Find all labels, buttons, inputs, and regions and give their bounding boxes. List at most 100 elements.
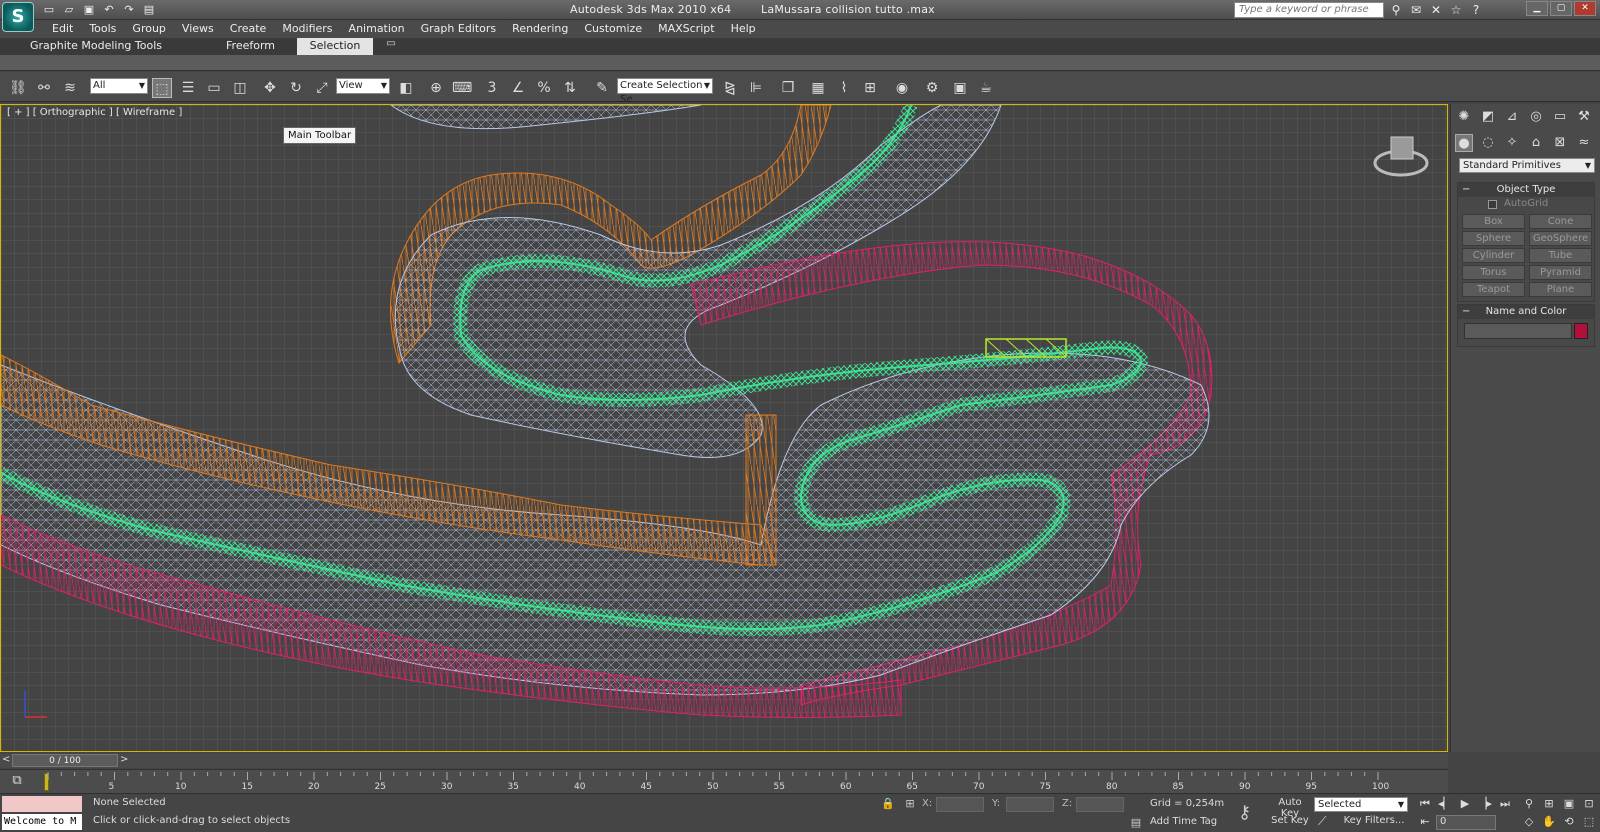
previous-frame-icon[interactable]: ◂▏ <box>1436 797 1454 812</box>
percent-snap-icon[interactable]: % <box>534 78 554 98</box>
menu-modifiers[interactable]: Modifiers <box>274 20 340 38</box>
autogrid-checkbox[interactable] <box>1488 200 1497 209</box>
communication-center-icon[interactable]: ✉ <box>1408 2 1424 18</box>
graphite-toggle-icon[interactable]: ▦ <box>808 78 828 98</box>
pivot-center-icon[interactable]: ◧ <box>396 78 416 98</box>
x-coordinate-field[interactable] <box>936 797 984 812</box>
current-frame-field[interactable]: 0 <box>1436 815 1496 830</box>
mini-curve-editor-icon[interactable]: ⧉ <box>8 773 26 789</box>
mirror-icon[interactable]: ⧎ <box>720 78 740 98</box>
menu-tools[interactable]: Tools <box>81 20 124 38</box>
key-icon[interactable]: ⚷ <box>1238 802 1251 823</box>
key-filters-button[interactable]: Key Filters... <box>1338 815 1410 830</box>
time-slider[interactable]: < 0 / 100 > <box>0 754 1448 768</box>
redo-icon[interactable]: ↷ <box>120 2 138 18</box>
menu-create[interactable]: Create <box>222 20 275 38</box>
helpers-icon[interactable]: ⊠ <box>1551 134 1569 152</box>
menu-rendering[interactable]: Rendering <box>504 20 576 38</box>
angle-snap-icon[interactable]: ∠ <box>508 78 528 98</box>
edit-named-selection-icon[interactable]: ✎ <box>592 78 612 98</box>
tab-selection[interactable]: Selection <box>297 38 374 55</box>
name-and-color-header[interactable]: − Name and Color <box>1458 305 1594 319</box>
play-icon[interactable]: ▶ <box>1456 797 1474 812</box>
time-slider-thumb[interactable]: 0 / 100 <box>12 754 118 767</box>
help-search-input[interactable]: Type a keyword or phrase <box>1234 2 1384 18</box>
geometry-icon[interactable]: ● <box>1455 134 1473 152</box>
binoculars-icon[interactable]: ⚲ <box>1388 2 1404 18</box>
zoom-icon[interactable]: ⚲ <box>1520 797 1538 813</box>
select-and-link-icon[interactable]: ⛓ <box>8 78 28 98</box>
display-panel-icon[interactable]: ▭ <box>1551 108 1569 126</box>
plane-button[interactable]: Plane <box>1529 282 1592 297</box>
named-selection-dropdown[interactable]: Create Selection Se ▼ <box>617 78 713 105</box>
menu-group[interactable]: Group <box>124 20 174 38</box>
open-file-icon[interactable]: ▱ <box>60 2 78 18</box>
modify-panel-icon[interactable]: ◩ <box>1479 108 1497 126</box>
teapot-button[interactable]: Teapot <box>1462 282 1525 297</box>
field-of-view-icon[interactable]: ◇ <box>1520 815 1538 831</box>
time-slider-next-icon[interactable]: > <box>120 754 128 765</box>
motion-panel-icon[interactable]: ◎ <box>1527 108 1545 126</box>
ribbon-minimize-icon[interactable]: ▭ <box>383 38 399 55</box>
add-time-tag-button[interactable]: Add Time Tag <box>1150 816 1217 827</box>
minimize-icon[interactable]: ▁ <box>1526 1 1548 16</box>
rendered-frame-window-icon[interactable]: ▣ <box>950 78 970 98</box>
key-mode-dropdown[interactable]: Selected ▼ <box>1314 797 1408 812</box>
y-coordinate-field[interactable] <box>1006 797 1054 812</box>
schematic-view-icon[interactable]: ⊞ <box>860 78 880 98</box>
viewport-label[interactable]: [ + ] [ Orthographic ] [ Wireframe ] <box>7 107 182 118</box>
new-file-icon[interactable]: ▭ <box>40 2 58 18</box>
set-key-tangent-icon[interactable]: ⟋ <box>1318 814 1326 829</box>
key-mode-toggle-icon[interactable]: ⇤ <box>1416 815 1434 830</box>
select-and-rotate-icon[interactable]: ↻ <box>286 78 306 98</box>
zoom-extents-all-icon[interactable]: ⊡ <box>1580 797 1598 813</box>
menu-maxscript[interactable]: MAXScript <box>650 20 722 38</box>
snap-toggle-icon[interactable]: 3 <box>482 78 502 98</box>
menu-help[interactable]: Help <box>723 20 764 38</box>
tube-button[interactable]: Tube <box>1529 248 1592 263</box>
tab-graphite-modeling-tools[interactable]: Graphite Modeling Tools <box>18 38 174 55</box>
maxscript-listener-input[interactable]: Welcome to M <box>2 814 82 830</box>
tab-freeform[interactable]: Freeform <box>214 38 287 55</box>
track-bar[interactable]: ⧉ 5 10 15 20 25 30 35 40 45 50 55 60 65 70 75 80 85 90 95 1… <box>0 769 1448 793</box>
close-icon[interactable]: ✕ <box>1574 1 1596 16</box>
lights-icon[interactable]: ✧ <box>1503 134 1521 152</box>
unlink-icon[interactable]: ⚯ <box>34 78 54 98</box>
tools-icon[interactable]: ✕ <box>1428 2 1444 18</box>
layer-manager-icon[interactable]: ❒ <box>778 78 798 98</box>
go-to-start-icon[interactable]: ⏮ <box>1416 797 1434 812</box>
keyboard-shortcut-override-icon[interactable]: ⌨ <box>452 78 472 98</box>
object-name-field[interactable] <box>1464 323 1572 339</box>
window-crossing-icon[interactable]: ◫ <box>230 78 250 98</box>
select-and-move-icon[interactable]: ✥ <box>260 78 280 98</box>
torus-button[interactable]: Torus <box>1462 265 1525 280</box>
orbit-icon[interactable]: ⟲ <box>1560 815 1578 831</box>
align-icon[interactable]: ⊫ <box>746 78 766 98</box>
utilities-panel-icon[interactable]: ⚒ <box>1575 108 1593 126</box>
zoom-extents-icon[interactable]: ▣ <box>1560 797 1578 813</box>
next-frame-icon[interactable]: ▕▸ <box>1476 797 1494 812</box>
space-warps-icon[interactable]: ≈ <box>1575 134 1593 152</box>
help-icon[interactable]: ? <box>1468 2 1484 18</box>
primitives-dropdown[interactable]: Standard Primitives ▼ <box>1459 158 1595 173</box>
manipulate-icon[interactable]: ⊕ <box>426 78 446 98</box>
zoom-all-icon[interactable]: ⊞ <box>1540 797 1558 813</box>
sphere-button[interactable]: Sphere <box>1462 231 1525 246</box>
shapes-icon[interactable]: ◌ <box>1479 134 1497 152</box>
object-color-swatch[interactable] <box>1574 323 1588 339</box>
maxscript-mini-listener[interactable] <box>2 796 82 812</box>
pyramid-button[interactable]: Pyramid <box>1529 265 1592 280</box>
auto-key-button[interactable]: Auto Key <box>1270 797 1310 819</box>
cylinder-button[interactable]: Cylinder <box>1462 248 1525 263</box>
time-tag-icon[interactable]: ▤ <box>1128 816 1144 831</box>
time-slider-prev-icon[interactable]: < <box>2 754 10 765</box>
menu-animation[interactable]: Animation <box>341 20 413 38</box>
menu-edit[interactable]: Edit <box>44 20 81 38</box>
lock-icon[interactable]: 🔒 <box>880 797 896 812</box>
selection-filter-dropdown[interactable]: All ▼ <box>90 78 148 94</box>
undo-icon[interactable]: ↶ <box>100 2 118 18</box>
go-to-end-icon[interactable]: ⏭ <box>1496 797 1514 812</box>
curve-editor-icon[interactable]: ⌇ <box>834 78 854 98</box>
hierarchy-panel-icon[interactable]: ⊿ <box>1503 108 1521 126</box>
render-production-icon[interactable]: ☕ <box>976 78 996 98</box>
